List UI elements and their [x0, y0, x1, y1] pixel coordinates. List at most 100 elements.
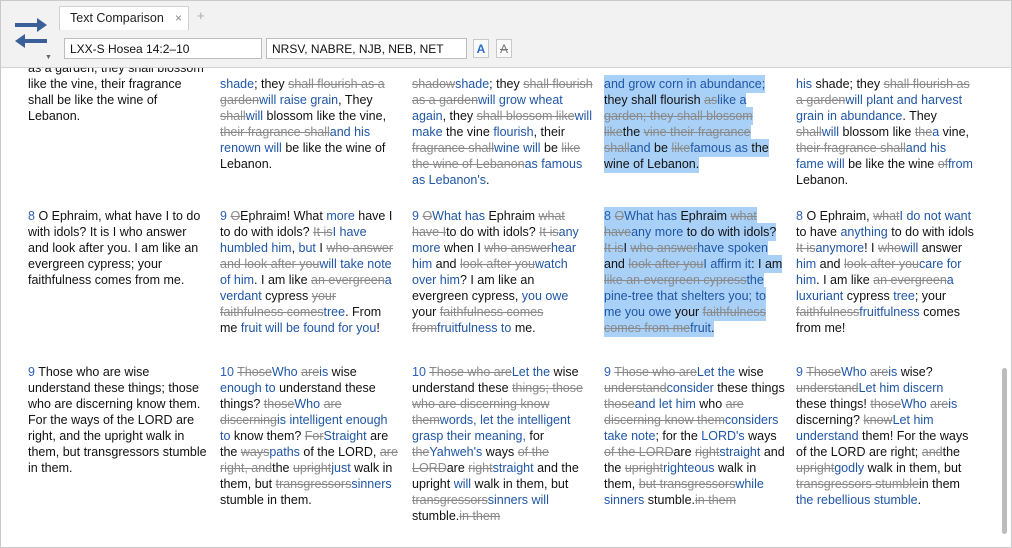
panel-menu-icon[interactable]: ▼	[45, 54, 52, 61]
text-segment: are	[673, 445, 696, 459]
verse-number: 8	[28, 209, 39, 223]
inserted-text: I do not want	[899, 209, 972, 223]
text-segment: walk in them, but	[471, 477, 569, 491]
inserted-text: consider	[666, 381, 714, 395]
deleted-text: the	[412, 445, 430, 459]
verse-number: 9	[220, 209, 231, 223]
deleted-text: their fragrance shall	[796, 141, 906, 155]
text-segment: . They	[902, 109, 937, 123]
verse-cell: 9 ThoseWho areis wise? understandLet him…	[796, 364, 977, 508]
verse-cell: 8 OWhat has Ephraim what haveany more to…	[604, 207, 785, 337]
text-segment: discerning?	[796, 413, 864, 427]
text-segment: be	[540, 141, 562, 155]
deleted-text: transgressors stumble	[796, 477, 919, 491]
inserted-text: fruit	[690, 321, 711, 335]
inserted-text: tree	[323, 305, 346, 319]
deleted-text: an evergreen	[311, 273, 385, 287]
verse-number: 10	[220, 365, 238, 379]
panel-swap-icon[interactable]	[11, 13, 51, 55]
deleted-text: in them	[695, 493, 737, 507]
deleted-text: ways	[240, 445, 270, 459]
text-segment: stumble.	[644, 493, 696, 507]
text-segment: who	[695, 397, 726, 411]
inserted-text: Let him discern	[858, 381, 944, 395]
inserted-text: fruitfulness to	[437, 321, 512, 335]
text-segment: ways	[744, 429, 777, 443]
tab-title: Text Comparison	[70, 11, 164, 25]
show-differences-button[interactable]: A	[473, 39, 489, 58]
deleted-text: It is	[796, 241, 816, 255]
inserted-text: Let the	[511, 365, 551, 379]
text-segment: the	[942, 445, 961, 459]
inserted-text: Who	[840, 365, 867, 379]
verse-cell: 9 Those who areLet the wise understandco…	[604, 364, 785, 508]
text-segment: Ephraim! What	[240, 209, 327, 223]
comparison-panel: as a garden; they shall blossom like the…	[1, 68, 1011, 547]
inserted-text: Let the	[696, 365, 736, 379]
text-segment: Ephraim	[676, 209, 731, 223]
deleted-text: those	[870, 397, 901, 411]
show-strikethrough-button[interactable]: A	[496, 39, 512, 58]
deleted-text: O	[614, 209, 625, 223]
text-segment: .	[917, 493, 922, 507]
versions-input[interactable]	[266, 38, 467, 59]
text-segment: . I am like	[254, 273, 312, 287]
deleted-text: Those	[806, 365, 841, 379]
inserted-text: fruit will be found for you	[240, 321, 377, 335]
inserted-text: tree	[893, 289, 915, 303]
verse-text: shadowshade; they shall flourish as a ga…	[412, 77, 593, 187]
text-segment: , They	[338, 93, 373, 107]
close-icon[interactable]: ×	[175, 11, 182, 25]
deleted-text: know	[863, 413, 893, 427]
inserted-text: enough to	[220, 381, 276, 395]
text-segment: ; for the	[655, 429, 702, 443]
deleted-text: right	[695, 445, 720, 459]
inserted-text: will	[821, 125, 840, 139]
text-segment: walk in them, but	[864, 461, 962, 475]
text-segment: ; they	[254, 77, 289, 91]
inserted-text: sinners	[351, 477, 392, 491]
text-segment: ways	[482, 445, 518, 459]
deleted-text: who answer	[630, 241, 698, 255]
deleted-text: the	[914, 125, 933, 139]
deleted-text: look after you	[628, 257, 704, 271]
deleted-text: understand	[796, 381, 859, 395]
deleted-text: what	[873, 209, 900, 223]
text-segment: they shall flourish	[604, 93, 705, 107]
inserted-text: will	[453, 477, 472, 491]
verse-text: and grow corn in abundance; they shall f…	[604, 75, 769, 173]
deleted-text: transgressors	[412, 493, 488, 507]
scrollbar[interactable]	[1002, 368, 1007, 534]
text-segment: Lebanon.	[796, 173, 849, 187]
reference-input[interactable]	[64, 38, 262, 59]
inserted-text: LORD's	[701, 429, 745, 443]
deleted-text: faithfulness	[796, 305, 860, 319]
verse-text: 8 O Ephraim, whatI do not want to have a…	[796, 209, 974, 335]
verse-cell: as a garden; they shall blossom like the…	[28, 68, 209, 124]
verse-text: 9 ThoseWho areis wise? understandLet him…	[796, 365, 968, 507]
text-segment: stumble in them.	[220, 493, 312, 507]
text-segment: to do with idols?	[446, 225, 540, 239]
verse-cell: and grow corn in abundance; they shall f…	[604, 75, 785, 173]
deleted-text: and	[921, 445, 943, 459]
deleted-text: Those who are	[614, 365, 697, 379]
deleted-text: O	[230, 209, 241, 223]
inserted-text: fruitfulness	[859, 305, 920, 319]
inserted-text: is	[948, 397, 958, 411]
deleted-text: of the LORD	[604, 445, 674, 459]
text-segment: for	[525, 429, 545, 443]
text-segment: to do with idols?	[683, 225, 777, 239]
tab-text-comparison[interactable]: Text Comparison ×	[59, 6, 189, 30]
deleted-text: Those who are	[429, 365, 512, 379]
inserted-text: What has	[624, 209, 677, 223]
verse-text: 9 OEphraim! What more have I to do with …	[220, 209, 393, 335]
add-tab-icon[interactable]: +	[197, 8, 205, 23]
deleted-text: who answer	[484, 241, 551, 255]
text-segment: the vine	[442, 125, 494, 139]
deleted-text: shall	[796, 125, 822, 139]
verse-text: 10 Those who areLet the wise understand …	[412, 365, 583, 523]
text-segment: of the LORD,	[299, 445, 380, 459]
text-segment: O Ephraim, what have I to do with idols?…	[28, 209, 201, 287]
deleted-text: their fragrance shall	[220, 125, 330, 139]
inserted-text: Who	[271, 365, 298, 379]
